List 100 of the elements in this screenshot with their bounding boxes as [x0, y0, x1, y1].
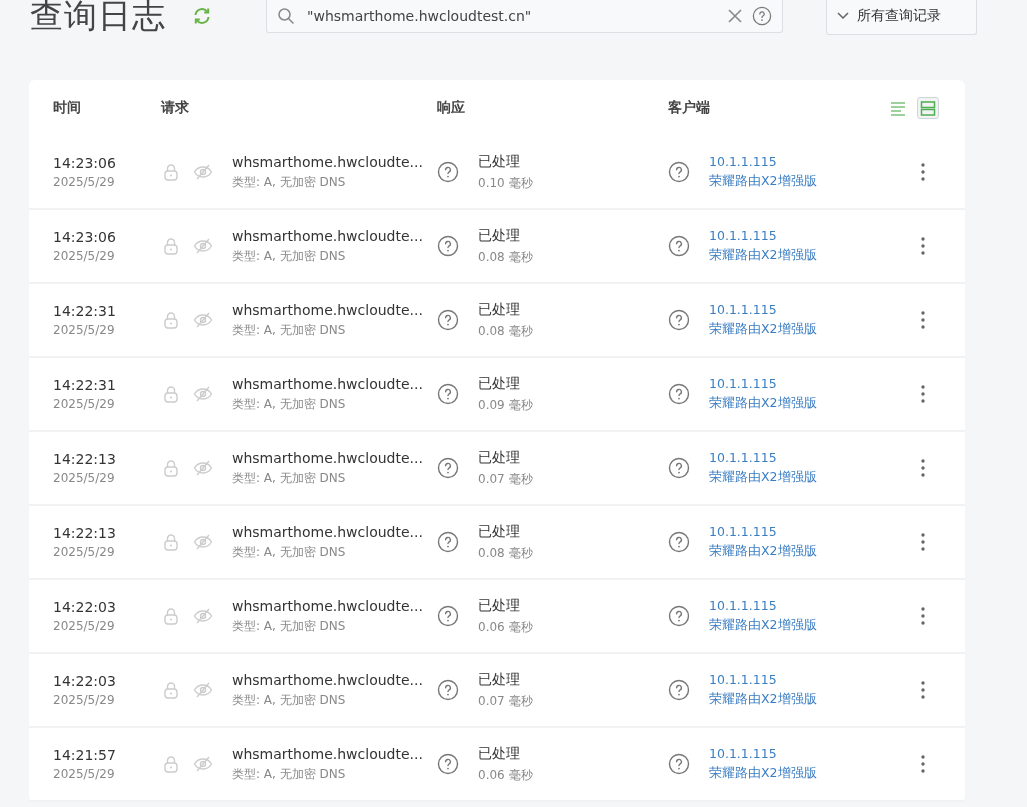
domain-text: whsmarthome.hwcloudte...	[232, 153, 423, 170]
eye-slash-icon	[193, 384, 213, 404]
help-icon[interactable]	[668, 679, 690, 701]
eye-slash-icon	[193, 458, 213, 478]
more-icon[interactable]	[920, 606, 926, 626]
status-text: 已处理	[478, 596, 520, 615]
more-icon[interactable]	[920, 532, 926, 552]
eye-slash-icon	[193, 310, 213, 330]
rows-icon	[920, 99, 936, 117]
domain-text: whsmarthome.hwcloudte...	[232, 671, 423, 688]
status-text: 已处理	[478, 744, 520, 763]
time-text: 14:22:03	[53, 673, 116, 689]
domain-text: whsmarthome.hwcloudte...	[232, 523, 423, 540]
date-text: 2025/5/29	[53, 767, 115, 781]
view-toggle[interactable]	[917, 97, 939, 119]
help-icon[interactable]	[437, 235, 459, 257]
help-icon[interactable]	[437, 679, 459, 701]
help-icon[interactable]	[437, 605, 459, 627]
date-text: 2025/5/29	[53, 397, 115, 411]
help-icon[interactable]	[752, 5, 772, 26]
help-icon[interactable]	[668, 383, 690, 405]
status-text: 已处理	[478, 152, 520, 171]
client-name-link[interactable]: 荣耀路由X2增强版	[709, 321, 817, 338]
lock-icon	[161, 236, 181, 256]
client-name-link[interactable]: 荣耀路由X2增强版	[709, 395, 817, 412]
eye-slash-icon	[193, 236, 213, 256]
query-type-text: 类型: A, 无加密 DNS	[232, 173, 346, 191]
date-text: 2025/5/29	[53, 471, 115, 485]
lock-icon	[161, 384, 181, 404]
lock-icon	[161, 754, 181, 774]
eye-slash-icon	[193, 162, 213, 182]
column-header: 请求	[161, 99, 190, 117]
more-icon[interactable]	[920, 680, 926, 700]
help-icon[interactable]	[437, 383, 459, 405]
help-icon[interactable]	[668, 753, 690, 775]
column-header: 时间	[53, 99, 82, 117]
lock-icon	[161, 162, 181, 182]
help-icon[interactable]	[437, 161, 459, 183]
more-icon[interactable]	[920, 236, 926, 256]
client-name-link[interactable]: 荣耀路由X2增强版	[709, 469, 817, 486]
domain-text: whsmarthome.hwcloudte...	[232, 597, 423, 614]
eye-slash-icon	[193, 606, 213, 626]
client-ip-link[interactable]: 10.1.1.115	[709, 302, 777, 317]
query-type-text: 类型: A, 无加密 DNS	[232, 691, 346, 709]
elapsed-text: 0.08 毫秒	[478, 248, 533, 266]
more-icon[interactable]	[920, 458, 926, 478]
help-icon[interactable]	[668, 605, 690, 627]
domain-text: whsmarthome.hwcloudte...	[232, 375, 423, 392]
client-ip-link[interactable]: 10.1.1.115	[709, 228, 777, 243]
client-ip-link[interactable]: 10.1.1.115	[709, 746, 777, 761]
client-ip-link[interactable]: 10.1.1.115	[709, 672, 777, 687]
refresh-icon[interactable]	[192, 6, 212, 26]
search-input[interactable]: "whsmarthome.hwcloudtest.cn"	[305, 6, 726, 25]
help-icon[interactable]	[668, 161, 690, 183]
page-title: 查询日志	[30, 0, 166, 33]
help-icon[interactable]	[437, 457, 459, 479]
lock-icon	[161, 458, 181, 478]
search-field[interactable]: "whsmarthome.hwcloudtest.cn"	[266, 0, 783, 33]
time-text: 14:23:06	[53, 155, 116, 171]
date-text: 2025/5/29	[53, 693, 115, 707]
eye-slash-icon	[193, 754, 213, 774]
filter-dropdown[interactable]: 所有查询记录	[826, 0, 977, 35]
client-name-link[interactable]: 荣耀路由X2增强版	[709, 543, 817, 560]
elapsed-text: 0.07 毫秒	[478, 692, 533, 710]
date-text: 2025/5/29	[53, 175, 115, 189]
query-type-text: 类型: A, 无加密 DNS	[232, 469, 346, 487]
more-icon[interactable]	[920, 162, 926, 182]
date-text: 2025/5/29	[53, 323, 115, 337]
help-icon[interactable]	[437, 753, 459, 775]
client-name-link[interactable]: 荣耀路由X2增强版	[709, 173, 817, 190]
help-icon[interactable]	[437, 309, 459, 331]
client-name-link[interactable]: 荣耀路由X2增强版	[709, 691, 817, 708]
help-icon[interactable]	[668, 457, 690, 479]
time-text: 14:22:31	[53, 377, 116, 393]
more-icon[interactable]	[920, 384, 926, 404]
client-ip-link[interactable]: 10.1.1.115	[709, 524, 777, 539]
time-text: 14:22:31	[53, 303, 116, 319]
help-icon[interactable]	[668, 309, 690, 331]
domain-text: whsmarthome.hwcloudte...	[232, 301, 423, 318]
eye-slash-icon	[193, 532, 213, 552]
more-icon[interactable]	[920, 310, 926, 330]
help-icon[interactable]	[668, 531, 690, 553]
close-icon[interactable]	[726, 6, 744, 25]
client-name-link[interactable]: 荣耀路由X2增强版	[709, 617, 817, 634]
lock-icon	[161, 606, 181, 626]
client-ip-link[interactable]: 10.1.1.115	[709, 154, 777, 169]
query-type-text: 类型: A, 无加密 DNS	[232, 543, 346, 561]
client-name-link[interactable]: 荣耀路由X2增强版	[709, 765, 817, 782]
elapsed-text: 0.06 毫秒	[478, 618, 533, 636]
client-ip-link[interactable]: 10.1.1.115	[709, 450, 777, 465]
help-icon[interactable]	[668, 235, 690, 257]
list-icon	[890, 99, 906, 117]
time-text: 14:23:06	[53, 229, 116, 245]
client-name-link[interactable]: 荣耀路由X2增强版	[709, 247, 817, 264]
more-icon[interactable]	[920, 754, 926, 774]
status-text: 已处理	[478, 670, 520, 689]
client-ip-link[interactable]: 10.1.1.115	[709, 598, 777, 613]
help-icon[interactable]	[437, 531, 459, 553]
client-ip-link[interactable]: 10.1.1.115	[709, 376, 777, 391]
domain-text: whsmarthome.hwcloudte...	[232, 227, 423, 244]
